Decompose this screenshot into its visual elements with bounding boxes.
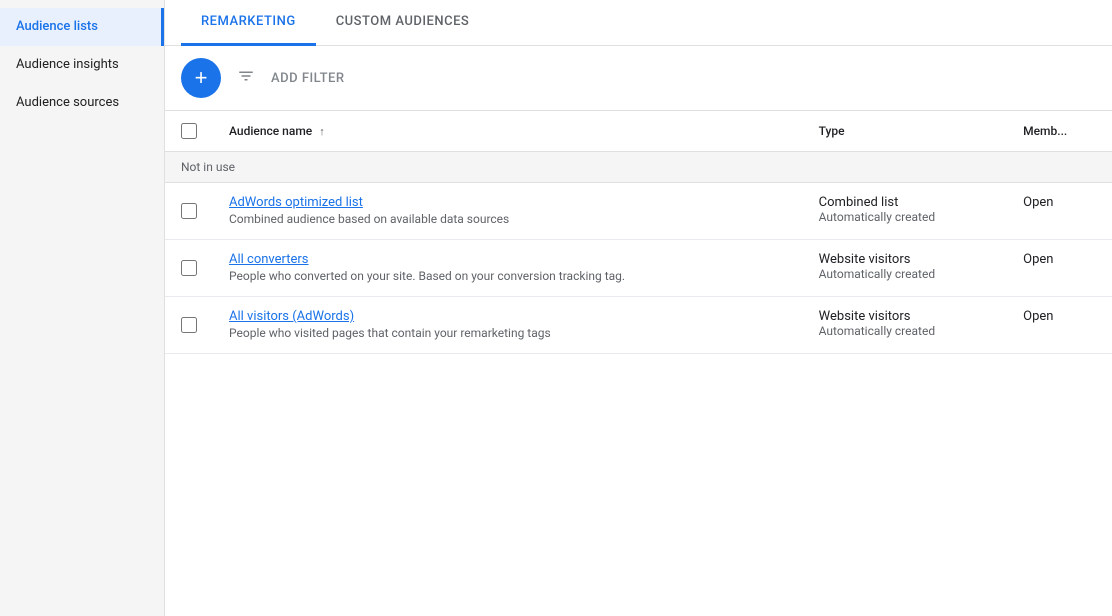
tab-remarketing[interactable]: REMARKETING <box>181 0 316 46</box>
audience-table-container: Audience name ↑ Type Memb... Not in useA… <box>165 110 1112 616</box>
membership-status: Open <box>1023 252 1053 267</box>
table-row: All visitors (AdWords) People who visited… <box>165 297 1112 354</box>
tab-custom-audiences[interactable]: CUSTOM AUDIENCES <box>316 0 490 46</box>
header-type: Type <box>803 111 1007 152</box>
row-checkbox-cell <box>165 183 213 240</box>
section-header: Not in use <box>165 152 1112 183</box>
tab-bar: REMARKETINGCUSTOM AUDIENCES <box>165 0 1112 46</box>
row-name-cell: All visitors (AdWords) People who visited… <box>213 297 803 354</box>
row-checkbox-cell <box>165 297 213 354</box>
row-checkbox-2[interactable] <box>181 317 197 333</box>
row-type-cell: Website visitorsAutomatically created <box>803 297 1007 354</box>
select-all-checkbox[interactable] <box>181 123 197 139</box>
audience-description: People who converted on your site. Based… <box>229 269 625 283</box>
row-checkbox-1[interactable] <box>181 260 197 276</box>
audience-name-link[interactable]: All converters <box>229 252 787 267</box>
membership-status: Open <box>1023 309 1053 324</box>
row-name-cell: AdWords optimized list Combined audience … <box>213 183 803 240</box>
row-membership-cell: Open <box>1007 240 1112 297</box>
sort-arrow-icon: ↑ <box>319 125 325 138</box>
table-row: All converters People who converted on yo… <box>165 240 1112 297</box>
row-name-cell: All converters People who converted on yo… <box>213 240 803 297</box>
audience-table: Audience name ↑ Type Memb... Not in useA… <box>165 111 1112 354</box>
row-type-cell: Combined listAutomatically created <box>803 183 1007 240</box>
sidebar-item-audience-insights[interactable]: Audience insights <box>0 46 164 84</box>
add-filter-label[interactable]: ADD FILTER <box>271 71 345 86</box>
type-sub: Automatically created <box>819 210 935 224</box>
sidebar-item-audience-sources[interactable]: Audience sources <box>0 84 164 122</box>
sidebar-item-audience-lists[interactable]: Audience lists <box>0 8 164 46</box>
type-main: Website visitors <box>819 309 991 324</box>
header-checkbox-cell <box>165 111 213 152</box>
header-audience-name[interactable]: Audience name ↑ <box>213 111 803 152</box>
type-main: Website visitors <box>819 252 991 267</box>
main-content: REMARKETINGCUSTOM AUDIENCES + ADD FILTER <box>165 0 1112 616</box>
row-type-cell: Website visitorsAutomatically created <box>803 240 1007 297</box>
toolbar: + ADD FILTER <box>165 46 1112 110</box>
audience-description: People who visited pages that contain yo… <box>229 326 551 340</box>
add-audience-button[interactable]: + <box>181 58 221 98</box>
type-sub: Automatically created <box>819 324 935 338</box>
table-row: AdWords optimized list Combined audience … <box>165 183 1112 240</box>
header-membership: Memb... <box>1007 111 1112 152</box>
row-membership-cell: Open <box>1007 183 1112 240</box>
row-checkbox-0[interactable] <box>181 203 197 219</box>
membership-status: Open <box>1023 195 1053 210</box>
section-header-row: Not in use <box>165 152 1112 183</box>
filter-icon[interactable] <box>233 63 259 93</box>
table-header-row: Audience name ↑ Type Memb... <box>165 111 1112 152</box>
plus-icon: + <box>195 67 208 89</box>
row-membership-cell: Open <box>1007 297 1112 354</box>
row-checkbox-cell <box>165 240 213 297</box>
sidebar: Audience listsAudience insightsAudience … <box>0 0 165 616</box>
audience-description: Combined audience based on available dat… <box>229 212 509 226</box>
type-sub: Automatically created <box>819 267 935 281</box>
audience-name-link[interactable]: All visitors (AdWords) <box>229 309 787 324</box>
audience-name-link[interactable]: AdWords optimized list <box>229 195 787 210</box>
type-main: Combined list <box>819 195 991 210</box>
